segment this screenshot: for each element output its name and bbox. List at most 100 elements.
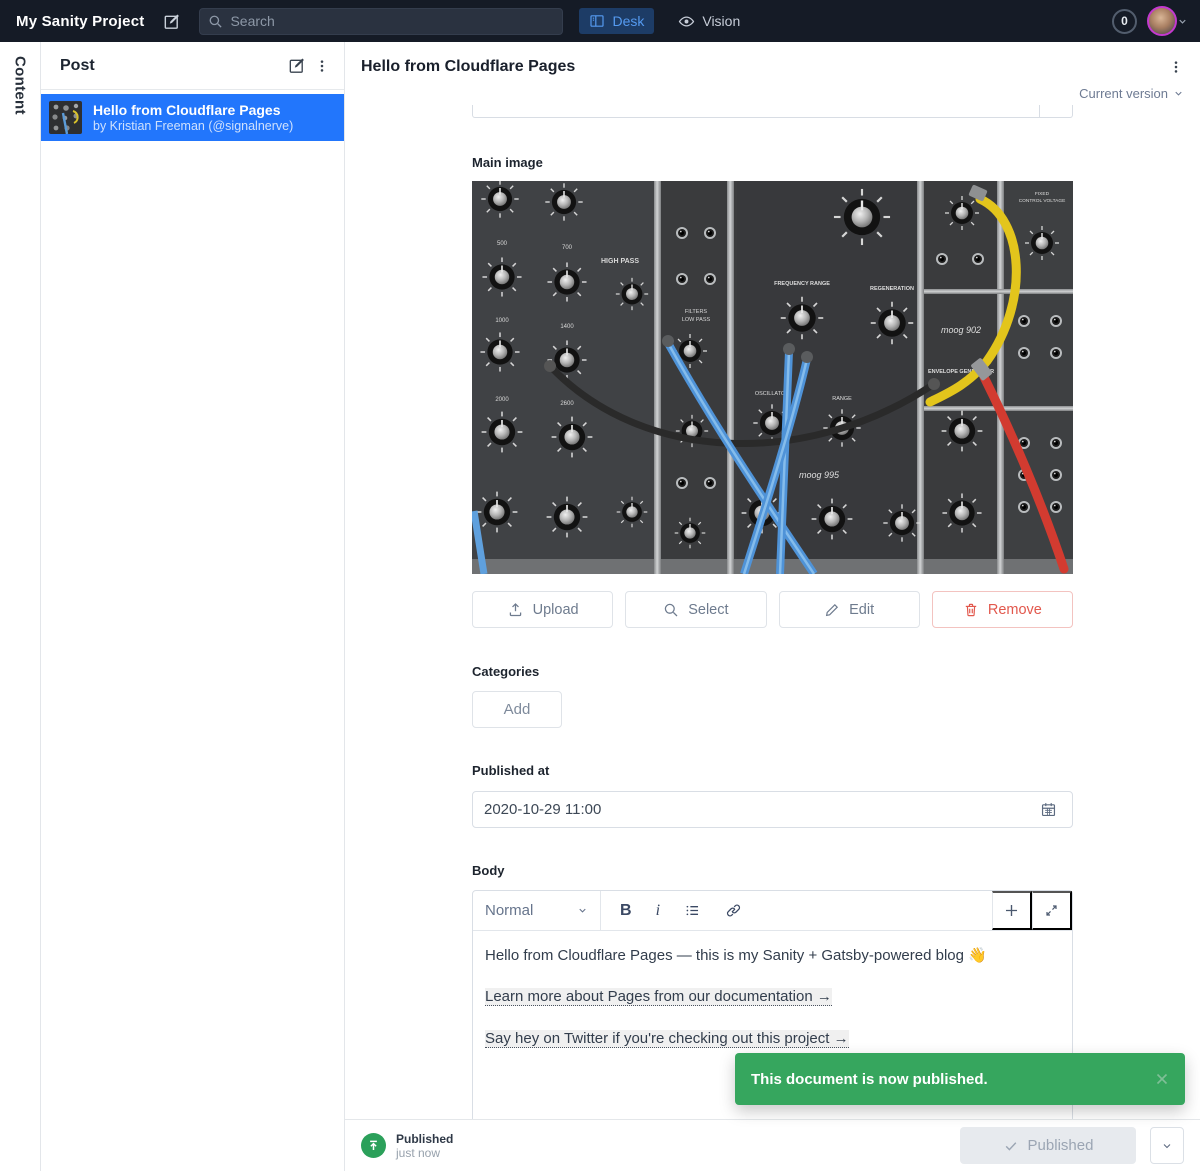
body-paragraph: Say hey on Twitter if you're checking ou… xyxy=(485,1029,1060,1049)
calendar-icon[interactable] xyxy=(1036,797,1061,822)
document-panel: Hello from Cloudflare Pages Current vers… xyxy=(345,42,1200,1171)
chevron-down-icon xyxy=(577,905,588,916)
main-image-photo[interactable]: 500700 10001400 20002600 HIGH PASS xyxy=(472,181,1073,574)
body-link[interactable]: Say hey on Twitter if you're checking ou… xyxy=(485,1030,849,1048)
link-button[interactable] xyxy=(725,902,742,919)
tab-vision-label: Vision xyxy=(702,13,740,29)
datetime-field xyxy=(472,791,1073,828)
document-header: Hello from Cloudflare Pages Current vers… xyxy=(345,42,1200,105)
version-selector[interactable]: Current version xyxy=(361,86,1188,101)
expand-icon xyxy=(1044,903,1059,918)
check-icon xyxy=(1003,1138,1019,1154)
document-menu-icon[interactable] xyxy=(1164,55,1188,79)
version-label: Current version xyxy=(1079,86,1168,101)
format-buttons: B i xyxy=(601,891,742,930)
avatar xyxy=(1147,6,1177,36)
svg-text:1400: 1400 xyxy=(560,324,574,330)
body-paragraph[interactable]: Hello from Cloudflare Pages — this is my… xyxy=(485,946,1060,966)
post-item-title: Hello from Cloudflare Pages xyxy=(93,102,293,119)
insert-block-button[interactable] xyxy=(992,891,1032,930)
upload-label: Upload xyxy=(533,602,579,618)
post-list-panel: Post xyxy=(41,42,345,1171)
svg-text:500: 500 xyxy=(497,241,508,247)
image-actions: Upload Select xyxy=(472,591,1073,628)
svg-text:FREQUENCY RANGE: FREQUENCY RANGE xyxy=(774,281,830,287)
tab-desk[interactable]: Desk xyxy=(579,8,654,34)
publish-button[interactable]: Published xyxy=(960,1127,1136,1164)
tab-vision[interactable]: Vision xyxy=(668,8,750,35)
publish-button-label: Published xyxy=(1028,1137,1094,1154)
remove-label: Remove xyxy=(988,602,1042,618)
post-panel-header: Post xyxy=(41,42,344,90)
select-button[interactable]: Select xyxy=(625,591,766,628)
publish-menu-button[interactable] xyxy=(1150,1127,1184,1164)
search-icon xyxy=(663,602,679,618)
bold-button[interactable]: B xyxy=(620,902,632,920)
toast-message: This document is now published. xyxy=(751,1071,1153,1088)
field-label: Body xyxy=(472,863,1073,878)
field-categories: Categories Add xyxy=(472,664,1073,728)
chevron-down-icon xyxy=(1161,1140,1173,1152)
svg-text:FILTERS: FILTERS xyxy=(685,309,708,315)
panel-title: Post xyxy=(60,57,283,75)
document-title: Hello from Cloudflare Pages xyxy=(361,58,1164,76)
notifications-badge[interactable]: 0 xyxy=(1112,9,1137,34)
svg-text:moog 995: moog 995 xyxy=(799,470,840,480)
block-style-select[interactable]: Normal xyxy=(473,891,601,930)
svg-text:700: 700 xyxy=(562,245,573,251)
status-label: Published xyxy=(396,1132,453,1146)
search-input[interactable] xyxy=(230,13,554,29)
svg-text:FIXED: FIXED xyxy=(1035,191,1050,197)
svg-text:moog 902: moog 902 xyxy=(941,325,981,335)
document-scroll-area[interactable]: Main image xyxy=(345,105,1200,1171)
edit-button[interactable]: Edit xyxy=(779,591,920,628)
select-label: Select xyxy=(688,602,728,618)
post-item-subtitle: by Kristian Freeman (@signalnerve) xyxy=(93,119,293,134)
content-tab[interactable]: Content xyxy=(12,56,29,1171)
post-list-item[interactable]: Hello from Cloudflare Pages by Kristian … xyxy=(41,94,344,141)
desk-icon xyxy=(589,13,605,29)
published-status-icon xyxy=(361,1133,386,1158)
post-thumbnail xyxy=(49,101,82,134)
add-category-button[interactable]: Add xyxy=(472,691,562,728)
link-icon xyxy=(725,902,742,919)
block-style-value: Normal xyxy=(485,902,533,919)
search-icon xyxy=(208,14,223,29)
editor-toolbar: Normal B i xyxy=(473,891,1072,931)
field-published-at: Published at xyxy=(472,763,1073,828)
status-time: just now xyxy=(396,1146,453,1160)
publish-status: Published just now xyxy=(396,1132,453,1160)
chevron-down-icon xyxy=(1177,16,1188,27)
upload-button[interactable]: Upload xyxy=(472,591,613,628)
italic-button[interactable]: i xyxy=(656,902,660,920)
top-navbar: My Sanity Project Desk Visi xyxy=(0,0,1200,42)
trash-icon xyxy=(963,602,979,618)
compose-icon[interactable] xyxy=(158,8,185,35)
clipped-slug-field[interactable] xyxy=(472,105,1073,118)
eye-icon xyxy=(678,13,695,30)
list-icon xyxy=(684,902,701,919)
edit-label: Edit xyxy=(849,602,874,618)
new-document-icon[interactable] xyxy=(283,52,310,79)
field-label: Categories xyxy=(472,664,1073,679)
fullscreen-button[interactable] xyxy=(1032,891,1072,930)
upload-icon xyxy=(507,601,524,618)
field-main-image: Main image xyxy=(472,155,1073,628)
field-label: Published at xyxy=(472,763,1073,778)
body-link[interactable]: Learn more about Pages from our document… xyxy=(485,988,832,1006)
workspace: Content Post xyxy=(0,42,1200,1171)
user-menu[interactable] xyxy=(1147,6,1188,36)
plus-icon xyxy=(1003,902,1020,919)
svg-text:LOW PASS: LOW PASS xyxy=(682,317,711,323)
bullet-list-button[interactable] xyxy=(684,902,701,919)
remove-button[interactable]: Remove xyxy=(932,591,1073,628)
datetime-input[interactable] xyxy=(484,801,1036,818)
toast-notification: This document is now published. xyxy=(735,1053,1185,1105)
post-item-text: Hello from Cloudflare Pages by Kristian … xyxy=(93,102,293,134)
pencil-icon xyxy=(824,602,840,618)
project-title[interactable]: My Sanity Project xyxy=(16,13,144,30)
svg-text:CONTROL VOLTAGE: CONTROL VOLTAGE xyxy=(1019,198,1066,204)
panel-menu-icon[interactable] xyxy=(310,54,334,78)
svg-text:RANGE: RANGE xyxy=(832,396,852,402)
close-icon[interactable] xyxy=(1153,1070,1171,1088)
